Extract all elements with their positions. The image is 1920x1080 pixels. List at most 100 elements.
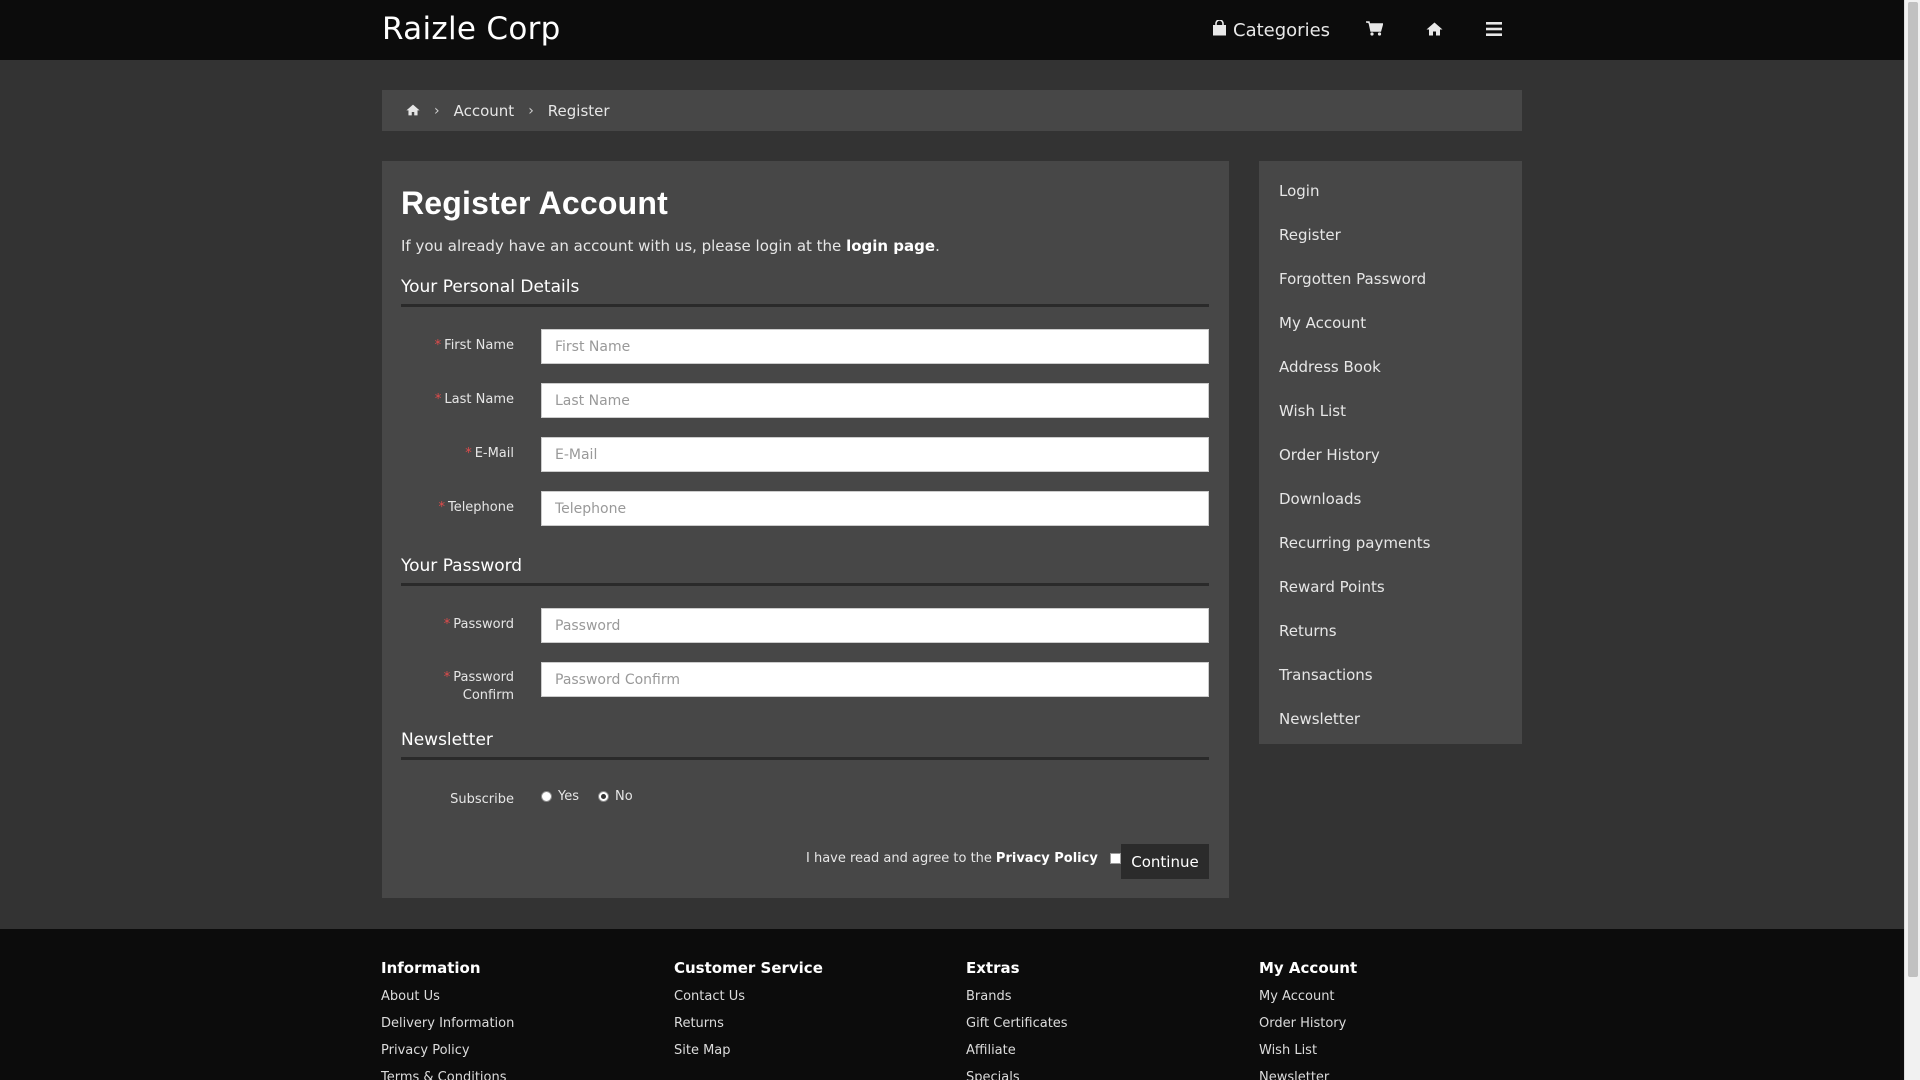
required-marker: *: [465, 446, 472, 461]
home-button[interactable]: [1423, 0, 1445, 60]
footer-column-my-account: My Account My Account Order History Wish…: [1259, 959, 1357, 1080]
sidebar-item-downloads[interactable]: Downloads: [1259, 477, 1522, 521]
footer-heading: My Account: [1259, 959, 1358, 977]
required-marker: *: [443, 617, 451, 632]
agree-text: I have read and agree to the: [806, 851, 992, 866]
categories-label: Categories: [1233, 19, 1331, 41]
sidebar-item-transactions[interactable]: Transactions: [1259, 653, 1522, 697]
sidebar-item-forgotten-password[interactable]: Forgotten Password: [1259, 257, 1522, 301]
sidebar-item-newsletter[interactable]: Newsletter: [1259, 697, 1522, 741]
intro-prefix: If you already have an account with us, …: [401, 237, 847, 255]
subscribe-yes-label: Yes: [558, 789, 579, 804]
subscribe-yes-option[interactable]: Yes: [541, 789, 579, 804]
footer-link-specials[interactable]: Specials: [966, 1071, 1068, 1080]
telephone-label: * Telephone: [401, 499, 514, 517]
breadcrumb-account-link[interactable]: Account: [454, 102, 515, 120]
subscribe-label: Subscribe: [450, 792, 514, 807]
label-text-line2: Confirm: [462, 688, 514, 703]
footer-heading: Information: [381, 959, 481, 977]
top-navbar: Raizle Corp Categories: [0, 0, 1904, 60]
footer-link-returns[interactable]: Returns: [674, 1017, 823, 1044]
account-sidebar: Login Register Forgotten Password My Acc…: [1259, 161, 1522, 744]
home-icon: [406, 102, 420, 120]
footer-column-information: Information About Us Delivery Informatio…: [381, 959, 514, 1080]
sidebar-item-register[interactable]: Register: [1259, 213, 1522, 257]
sidebar-item-login[interactable]: Login: [1259, 169, 1522, 213]
label-text-line1: Password: [453, 670, 514, 685]
cart-icon: [1365, 20, 1383, 40]
breadcrumb-separator-icon: ›: [528, 102, 534, 119]
sidebar-item-address-book[interactable]: Address Book: [1259, 345, 1522, 389]
email-input[interactable]: [541, 437, 1209, 472]
login-page-link[interactable]: login page: [846, 237, 935, 255]
footer-link-contact-us[interactable]: Contact Us: [674, 990, 823, 1017]
brand-logo[interactable]: Raizle Corp: [382, 11, 561, 47]
menu-icon: [1486, 21, 1502, 40]
footer-column-extras: Extras Brands Gift Certificates Affiliat…: [966, 959, 1068, 1080]
required-marker: *: [438, 500, 445, 515]
hamburger-menu-button[interactable]: [1483, 0, 1505, 60]
label-text: Telephone: [447, 500, 514, 515]
required-marker: *: [443, 670, 451, 685]
intro-suffix: .: [935, 237, 940, 255]
footer-heading: Customer Service: [674, 959, 823, 977]
footer-link-delivery-information[interactable]: Delivery Information: [381, 1017, 514, 1044]
footer-link-newsletter[interactable]: Newsletter: [1259, 1071, 1357, 1080]
home-icon: [1426, 21, 1443, 40]
section-personal-details: Your Personal Details: [401, 277, 1209, 307]
footer-link-order-history[interactable]: Order History: [1259, 1017, 1357, 1044]
breadcrumb-home-link[interactable]: [406, 102, 420, 120]
footer-link-brands[interactable]: Brands: [966, 990, 1068, 1017]
register-form-panel: Register Account If you already have an …: [382, 161, 1229, 898]
footer-link-terms[interactable]: Terms & Conditions: [381, 1071, 514, 1080]
footer-link-wish-list[interactable]: Wish List: [1259, 1044, 1357, 1071]
footer-link-privacy-policy[interactable]: Privacy Policy: [381, 1044, 514, 1071]
last-name-label: * Last Name: [401, 391, 514, 409]
agree-checkbox[interactable]: [1109, 853, 1121, 864]
sidebar-item-reward-points[interactable]: Reward Points: [1259, 565, 1522, 609]
footer-link-my-account[interactable]: My Account: [1259, 990, 1357, 1017]
password-confirm-label: * Password Confirm: [401, 669, 514, 705]
password-confirm-input[interactable]: [541, 662, 1209, 697]
section-heading: Newsletter: [401, 730, 493, 750]
shopping-bag-icon: [1212, 18, 1227, 41]
telephone-input[interactable]: [541, 491, 1209, 526]
privacy-policy-link[interactable]: Privacy Policy: [996, 851, 1098, 866]
first-name-label: * First Name: [401, 337, 514, 355]
footer-heading: Extras: [966, 959, 1020, 977]
password-input[interactable]: [541, 608, 1209, 643]
breadcrumb-separator-icon: ›: [434, 102, 440, 119]
footer-link-gift-certificates[interactable]: Gift Certificates: [966, 1017, 1068, 1044]
first-name-input[interactable]: [541, 329, 1209, 364]
section-heading: Your Password: [401, 556, 523, 576]
intro-text: If you already have an account with us, …: [401, 237, 940, 255]
sidebar-item-wish-list[interactable]: Wish List: [1259, 389, 1522, 433]
breadcrumb-register-link[interactable]: Register: [548, 102, 610, 120]
subscribe-no-option[interactable]: No: [598, 789, 633, 804]
label-text: First Name: [444, 338, 514, 353]
categories-menu[interactable]: Categories: [1212, 0, 1330, 60]
section-newsletter: Newsletter: [401, 730, 1209, 760]
subscribe-no-radio[interactable]: [598, 791, 609, 802]
section-heading: Your Personal Details: [401, 277, 580, 297]
footer-column-customer-service: Customer Service Contact Us Returns Site…: [674, 959, 823, 1071]
page-footer: Information About Us Delivery Informatio…: [0, 929, 1904, 1080]
sidebar-item-returns[interactable]: Returns: [1259, 609, 1522, 653]
footer-link-about-us[interactable]: About Us: [381, 990, 514, 1017]
label-text: E-Mail: [474, 446, 514, 461]
subscribe-no-label: No: [615, 789, 633, 804]
cart-button[interactable]: [1363, 0, 1385, 60]
footer-link-site-map[interactable]: Site Map: [674, 1044, 823, 1071]
sidebar-item-order-history[interactable]: Order History: [1259, 433, 1522, 477]
breadcrumb: › Account › Register: [382, 90, 1522, 131]
page-scrollbar[interactable]: [1904, 0, 1920, 1080]
subscribe-yes-radio[interactable]: [541, 791, 552, 802]
scrollbar-thumb[interactable]: [1908, 2, 1918, 977]
email-label: * E-Mail: [401, 445, 514, 463]
required-marker: *: [434, 392, 442, 407]
footer-link-affiliate[interactable]: Affiliate: [966, 1044, 1068, 1071]
sidebar-item-my-account[interactable]: My Account: [1259, 301, 1522, 345]
sidebar-item-recurring-payments[interactable]: Recurring payments: [1259, 521, 1522, 565]
continue-button[interactable]: Continue: [1121, 844, 1209, 879]
last-name-input[interactable]: [541, 383, 1209, 418]
